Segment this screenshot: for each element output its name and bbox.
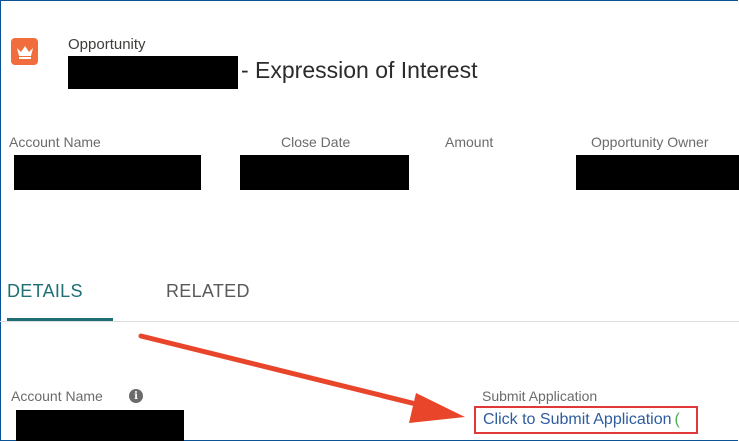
- annotation-arrow-icon: [138, 333, 465, 423]
